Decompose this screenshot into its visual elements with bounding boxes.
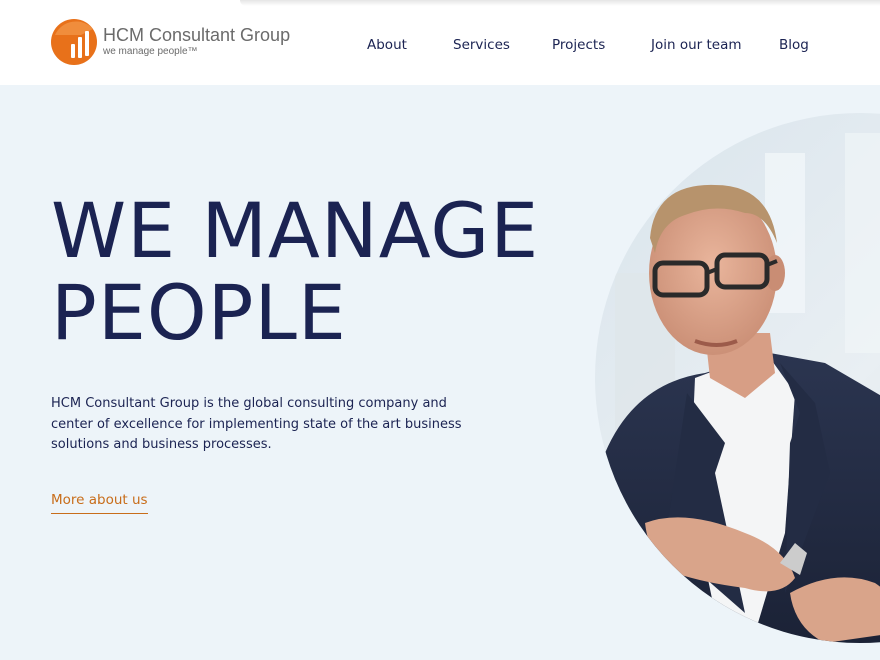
hero-section: WE MANAGE PEOPLE HCM Consultant Group is… bbox=[0, 85, 880, 660]
nav-link-blog[interactable]: Blog bbox=[779, 36, 809, 54]
more-about-us-link[interactable]: More about us bbox=[51, 491, 148, 514]
brand-tagline: we manage people™ bbox=[103, 46, 198, 57]
site-header: HCM Consultant Group we manage people™ A… bbox=[0, 0, 880, 85]
hero-description: HCM Consultant Group is the global consu… bbox=[51, 396, 462, 452]
nav-link-projects[interactable]: Projects bbox=[552, 36, 605, 54]
hero-title: WE MANAGE PEOPLE bbox=[51, 190, 539, 354]
nav-link-about[interactable]: About bbox=[367, 36, 407, 54]
nav-link-join-our-team[interactable]: Join our team bbox=[651, 36, 742, 54]
portrait-photo bbox=[595, 113, 880, 643]
header-shadow bbox=[240, 0, 880, 6]
logo-link[interactable]: HCM Consultant Group we manage people™ bbox=[51, 19, 291, 67]
portrait-illustration bbox=[595, 113, 880, 643]
brand-name: HCM Consultant Group bbox=[103, 25, 291, 45]
logo-icon bbox=[51, 19, 97, 65]
nav-link-services[interactable]: Services bbox=[453, 36, 510, 54]
hero-title-line-2: PEOPLE bbox=[51, 268, 347, 357]
hero-title-line-1: WE MANAGE bbox=[51, 186, 540, 275]
